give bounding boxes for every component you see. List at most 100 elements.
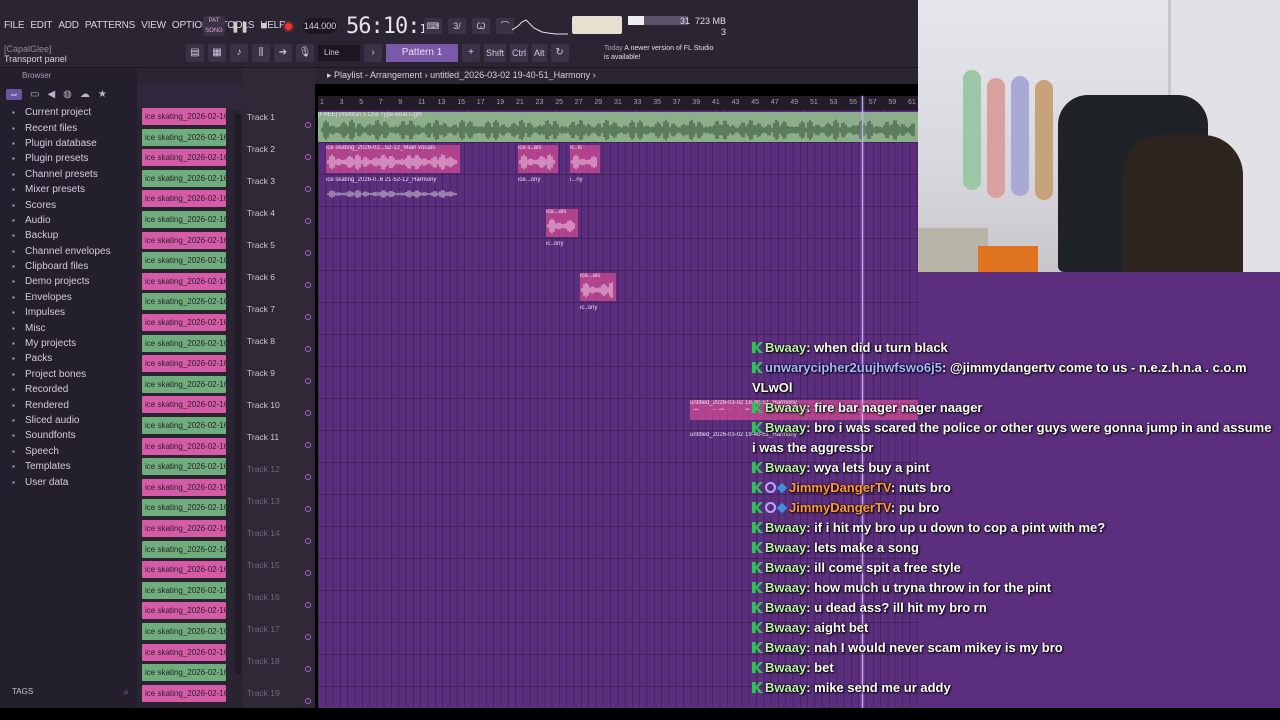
browser-item[interactable]: ▪ Project bones bbox=[0, 367, 137, 382]
browser-item[interactable]: ▪ Sliced audio bbox=[0, 413, 137, 428]
channel-clip[interactable]: ice skating_2026-02-16... bbox=[142, 149, 226, 167]
ctrl-key[interactable]: Ctrl bbox=[510, 44, 529, 62]
track-mute-toggle[interactable] bbox=[305, 282, 311, 288]
track-mute-toggle[interactable] bbox=[305, 346, 311, 352]
browser-item[interactable]: ▪ Channel envelopes bbox=[0, 244, 137, 259]
add-pattern-icon[interactable]: + bbox=[462, 44, 480, 62]
chat-username[interactable]: Bwaay bbox=[765, 640, 806, 655]
timeline-ruler[interactable]: 1 3 5 7 9 11 13 15 17 19 21 23 25 27 29 31 33 35 37 39 41 43 4… bbox=[318, 96, 918, 110]
track-mute-toggle[interactable] bbox=[305, 250, 311, 256]
track-label[interactable]: Track 19 bbox=[247, 688, 280, 698]
browser-item[interactable]: ▪ Audio bbox=[0, 213, 137, 228]
channel-clip[interactable]: ice skating_2026-02-16... bbox=[142, 211, 226, 228]
channel-clip[interactable]: ice skating_2026-02-16... bbox=[142, 169, 226, 187]
track-label[interactable]: Track 18 bbox=[247, 656, 280, 666]
browser-item[interactable]: ▪ Current project bbox=[0, 105, 137, 120]
mixer-icon[interactable]: ⫼ bbox=[252, 44, 270, 62]
menu-file[interactable]: FILE bbox=[4, 20, 25, 31]
browser-item[interactable]: ▪ Channel presets bbox=[0, 167, 137, 182]
channel-clip[interactable]: ice skating_2026-02-16... bbox=[142, 623, 226, 640]
browser-item[interactable]: ▪ My projects bbox=[0, 336, 137, 351]
chat-username[interactable]: Bwaay bbox=[765, 620, 806, 635]
wait-icon[interactable]: Ꞷ bbox=[472, 18, 490, 34]
track-mute-toggle[interactable] bbox=[305, 442, 311, 448]
track-mute-toggle[interactable] bbox=[305, 474, 311, 480]
channel-clip[interactable]: ice skating_2026-02-16... bbox=[142, 108, 226, 125]
track-label[interactable]: Track 11 bbox=[247, 432, 279, 442]
channel-clip[interactable]: ice skating_2026-02-16... bbox=[142, 355, 226, 373]
browser-item[interactable]: ▪ Packs bbox=[0, 351, 137, 366]
track-mute-toggle[interactable] bbox=[305, 218, 311, 224]
chat-username[interactable]: Bwaay bbox=[765, 540, 806, 555]
menu-patterns[interactable]: PATTERNS bbox=[85, 20, 135, 31]
song-pattern-toggle[interactable]: PAT SONG bbox=[203, 16, 225, 36]
clip-scrollbar[interactable] bbox=[235, 114, 241, 674]
chat-username[interactable]: Bwaay bbox=[765, 520, 806, 535]
channel-clip[interactable]: ice skating_2026-02-16... bbox=[142, 643, 226, 661]
channel-clip[interactable]: ice skating_2026-02-16... bbox=[142, 272, 226, 290]
channel-clip[interactable]: ice skating_2026-02-16... bbox=[142, 540, 226, 558]
browser-item[interactable]: ▪ Backup bbox=[0, 228, 137, 243]
browser-item[interactable]: ▪ Plugin database bbox=[0, 136, 137, 151]
piano-roll-icon[interactable]: ♪ bbox=[230, 44, 248, 62]
track-mute-toggle[interactable] bbox=[305, 154, 311, 160]
browser-item[interactable]: ▪ User data bbox=[0, 474, 137, 489]
cloud-icon[interactable]: ☁ bbox=[80, 89, 90, 100]
channel-clip[interactable]: ice skating_2026-02-16... bbox=[142, 520, 226, 537]
channel-clip[interactable]: ice skating_2026-02-16... bbox=[142, 561, 226, 579]
chat-username[interactable]: Bwaay bbox=[765, 400, 806, 415]
metronome-icon[interactable]: 3/ bbox=[448, 18, 466, 34]
track-label[interactable]: Track 4 bbox=[247, 208, 275, 218]
track-label[interactable]: Track 16 bbox=[247, 592, 280, 602]
pattern-select[interactable]: Pattern 1 bbox=[386, 44, 458, 62]
browser-item[interactable]: ▪ Demo projects bbox=[0, 274, 137, 289]
refresh-icon[interactable]: ↻ bbox=[550, 44, 569, 62]
channel-clip[interactable]: ice skating_2026-02-16... bbox=[142, 375, 226, 393]
track-mute-toggle[interactable] bbox=[305, 602, 311, 608]
track-label[interactable]: Track 13 bbox=[247, 496, 280, 506]
browser-item[interactable]: ▪ Clipboard files bbox=[0, 259, 137, 274]
track-label[interactable]: Track 8 bbox=[247, 336, 275, 346]
browser-item[interactable]: ▪ Plugin presets bbox=[0, 151, 137, 166]
track-mute-toggle[interactable] bbox=[305, 698, 311, 704]
menu-add[interactable]: ADD bbox=[58, 20, 79, 31]
channel-clip[interactable]: ice skating_2026-02-16... bbox=[142, 293, 226, 311]
menu-view[interactable]: VIEW bbox=[141, 20, 166, 31]
track-mute-toggle[interactable] bbox=[305, 410, 311, 416]
microphone-icon[interactable]: 🎙 bbox=[296, 44, 314, 62]
channel-clip[interactable]: ice skating_2026-02-16... bbox=[142, 437, 226, 455]
track-label[interactable]: Track 12 bbox=[247, 464, 280, 474]
channel-clip[interactable]: ice skating_2026-02-16... bbox=[142, 458, 226, 476]
typing-keyboard-icon[interactable]: ⌨ bbox=[424, 18, 442, 34]
track-label[interactable]: Track 15 bbox=[247, 560, 280, 570]
track-mute-toggle[interactable] bbox=[305, 314, 311, 320]
channel-clip[interactable]: ice skating_2026-02-16... bbox=[142, 581, 226, 599]
chat-username[interactable]: Bwaay bbox=[765, 420, 806, 435]
track-label[interactable]: Track 7 bbox=[247, 304, 275, 314]
track-label[interactable]: Track 6 bbox=[247, 272, 275, 282]
track-label[interactable]: Track 1 bbox=[247, 112, 275, 122]
globe-icon[interactable]: ◍ bbox=[63, 89, 72, 100]
track-label[interactable]: Track 17 bbox=[247, 624, 280, 634]
back-icon[interactable]: ◀ bbox=[47, 89, 55, 100]
channel-clip[interactable]: ice skating_2026-02-16... bbox=[142, 478, 226, 496]
channel-clip[interactable]: ice skating_2026-02-16... bbox=[142, 334, 226, 352]
channel-clip[interactable]: ice skating_2026-02-16... bbox=[142, 190, 226, 208]
browser-item[interactable]: ▪ Scores bbox=[0, 197, 137, 212]
track-mute-toggle[interactable] bbox=[305, 634, 311, 640]
track-label[interactable]: Track 14 bbox=[247, 528, 280, 538]
chat-username[interactable]: Bwaay bbox=[765, 600, 806, 615]
channel-clip[interactable]: ice skating_2026-02-16... bbox=[142, 128, 226, 146]
chat-username[interactable]: unwarycipher2uujhwfswo6j5 bbox=[765, 360, 942, 375]
track-mute-toggle[interactable] bbox=[305, 570, 311, 576]
browser-item[interactable]: ▪ Mixer presets bbox=[0, 182, 137, 197]
track-mute-toggle[interactable] bbox=[305, 666, 311, 672]
channel-clip[interactable]: ice skating_2026-02-16... bbox=[142, 499, 226, 517]
browser-item[interactable]: ▪ Rendered bbox=[0, 397, 137, 412]
chat-username[interactable]: JimmyDangerTV bbox=[789, 500, 891, 515]
chat-username[interactable]: Bwaay bbox=[765, 660, 806, 675]
browser-item[interactable]: ▪ Recent files bbox=[0, 120, 137, 135]
file-icon[interactable]: ▭ bbox=[30, 89, 39, 100]
channel-clip[interactable]: ice skating_2026-02-16... bbox=[142, 314, 226, 331]
news-panel[interactable]: Today A newer version of FL Studio is av… bbox=[604, 44, 714, 62]
